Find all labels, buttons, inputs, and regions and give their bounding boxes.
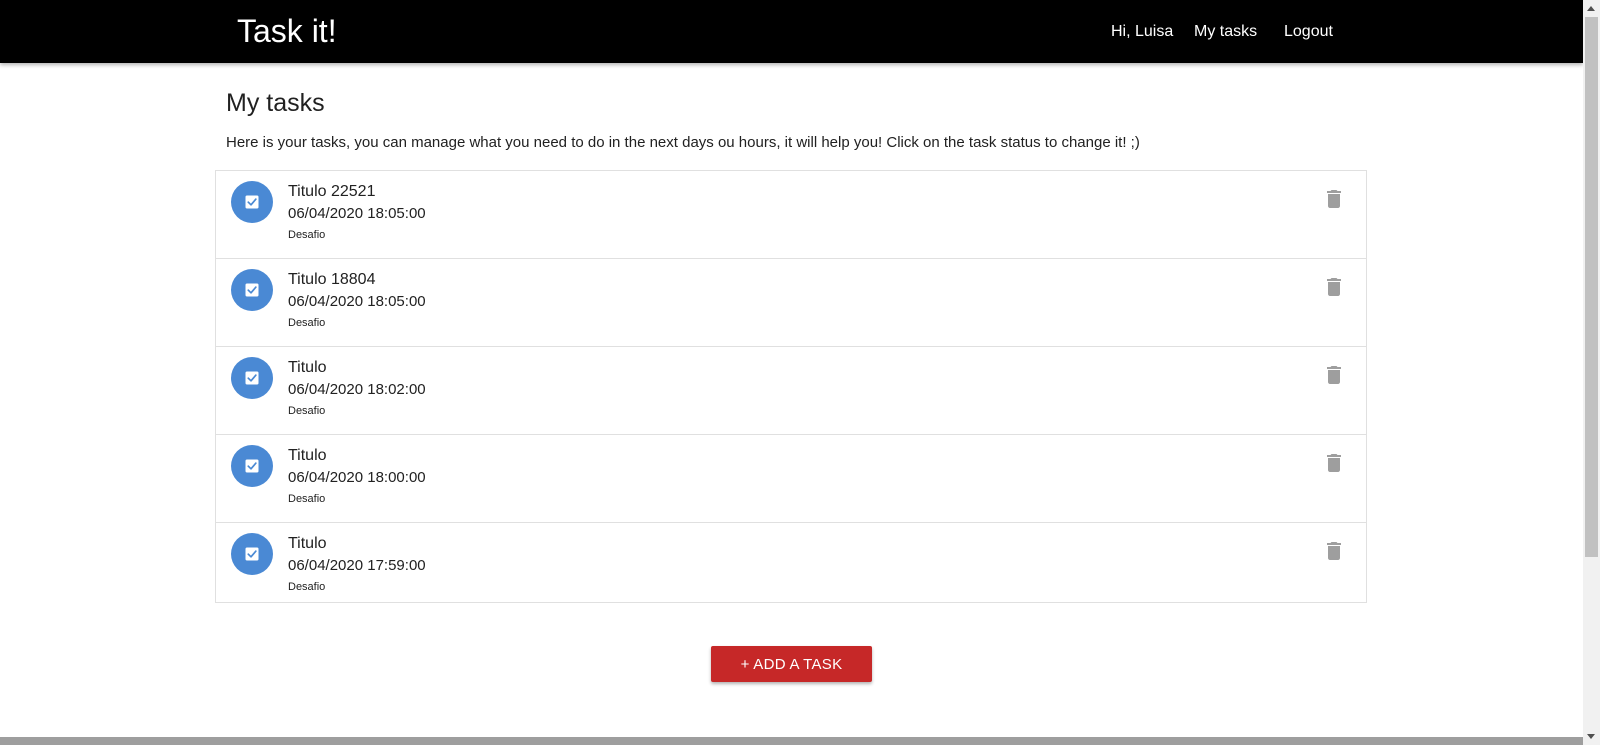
footer-bar [0,737,1583,745]
task-status-button[interactable] [231,181,273,223]
delete-task-button[interactable] [1322,451,1346,475]
task-status-button[interactable] [231,269,273,311]
add-task-button[interactable]: + ADD A TASK [711,646,872,682]
task-category: Desafio [288,317,326,329]
trash-icon [1327,190,1341,208]
task-datetime: 06/04/2020 17:59:00 [288,557,426,574]
task-datetime: 06/04/2020 18:00:00 [288,469,426,486]
trash-icon [1327,278,1341,296]
task-title: Titulo 18804 [288,271,376,288]
task-item: Titulo 18804 06/04/2020 18:05:00 Desafio [216,259,1366,347]
nav-logout-link[interactable]: Logout [1284,21,1333,43]
task-category: Desafio [288,581,326,593]
task-item: Titulo 22521 06/04/2020 18:05:00 Desafio [216,171,1366,259]
page-description: Here is your tasks, you can manage what … [226,134,1140,151]
task-title: Titulo [288,359,327,376]
top-navbar: Task it! Hi, Luisa My tasks Logout [0,0,1583,63]
task-datetime: 06/04/2020 18:02:00 [288,381,426,398]
brand-logo[interactable]: Task it! [237,11,337,51]
task-item: Titulo 06/04/2020 18:00:00 Desafio [216,435,1366,523]
task-item: Titulo 06/04/2020 18:02:00 Desafio [216,347,1366,435]
task-title: Titulo [288,447,327,464]
task-list: Titulo 22521 06/04/2020 18:05:00 Desafio… [215,170,1367,603]
check-box-icon [245,371,259,385]
nav-my-tasks-link[interactable]: My tasks [1194,21,1257,43]
task-datetime: 06/04/2020 18:05:00 [288,293,426,310]
trash-icon [1327,542,1341,560]
trash-icon [1327,366,1341,384]
task-title: Titulo [288,535,327,552]
task-category: Desafio [288,493,326,505]
trash-icon [1327,454,1341,472]
task-status-button[interactable] [231,445,273,487]
page-scrollbar[interactable] [1583,0,1600,745]
task-item: Titulo 06/04/2020 17:59:00 Desafio [216,523,1366,611]
delete-task-button[interactable] [1322,363,1346,387]
task-status-button[interactable] [231,357,273,399]
nav-greeting-link[interactable]: Hi, Luisa [1111,21,1173,43]
delete-task-button[interactable] [1322,539,1346,563]
task-status-button[interactable] [231,533,273,575]
check-box-icon [245,195,259,209]
check-box-icon [245,459,259,473]
task-category: Desafio [288,405,326,417]
task-title: Titulo 22521 [288,183,376,200]
delete-task-button[interactable] [1322,275,1346,299]
scroll-up-arrow-icon[interactable] [1587,6,1595,11]
scroll-thumb[interactable] [1585,17,1598,557]
delete-task-button[interactable] [1322,187,1346,211]
task-category: Desafio [288,229,326,241]
check-box-icon [245,283,259,297]
page-title: My tasks [226,89,325,117]
check-box-icon [245,547,259,561]
task-datetime: 06/04/2020 18:05:00 [288,205,426,222]
scroll-down-arrow-icon[interactable] [1587,734,1595,739]
